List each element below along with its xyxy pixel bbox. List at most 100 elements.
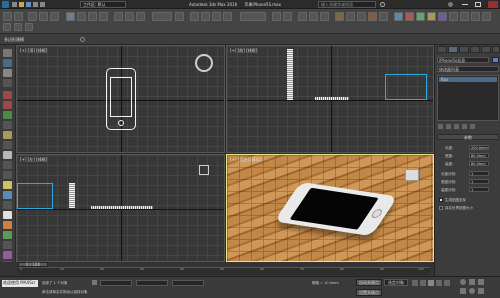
motion-tab-icon[interactable] [470, 46, 480, 53]
remove-modifier-icon[interactable] [462, 124, 467, 129]
select-by-name-icon[interactable] [77, 12, 86, 21]
curve-editor-icon[interactable] [309, 12, 318, 21]
left-tool-16-icon[interactable] [3, 201, 12, 209]
left-tool-5-icon[interactable] [3, 91, 12, 99]
left-tool-17-icon[interactable] [3, 211, 12, 219]
reference-coordinate-icon[interactable] [152, 12, 172, 21]
ribbon-collapse-icon[interactable] [80, 37, 85, 42]
extra-tool-5-icon[interactable] [438, 12, 447, 21]
align-icon[interactable] [283, 12, 292, 21]
modify-tab-icon[interactable] [448, 46, 458, 53]
object-color-swatch[interactable] [492, 57, 499, 63]
unlink-icon[interactable] [39, 12, 48, 21]
iphone-top-outline[interactable] [106, 68, 136, 130]
redo-icon[interactable] [40, 2, 45, 7]
hierarchy-tab-icon[interactable] [459, 46, 469, 53]
spinner-snap-icon[interactable] [223, 12, 232, 21]
named-selection-sets-icon[interactable] [240, 12, 266, 21]
left-tool-15-icon[interactable] [3, 191, 12, 199]
graphite-tool-3-icon[interactable] [25, 23, 33, 31]
close-icon[interactable] [488, 1, 498, 8]
viewport-label[interactable]: [+] [透视] [真实] [230, 157, 261, 163]
left-tool-2-icon[interactable] [3, 59, 12, 67]
left-tool-11-icon[interactable] [3, 151, 12, 159]
mirror-icon[interactable] [272, 12, 281, 21]
search-input[interactable]: 键入关键字或短语 [318, 1, 376, 8]
angle-snap-icon[interactable] [201, 12, 210, 21]
left-tool-18-icon[interactable] [3, 221, 12, 229]
render-setup-icon[interactable] [346, 12, 355, 21]
extra-tool-4-icon[interactable] [427, 12, 436, 21]
left-tool-19-icon[interactable] [3, 231, 12, 239]
scale-icon[interactable] [136, 12, 145, 21]
app-logo-icon[interactable] [2, 1, 9, 8]
viewport-label[interactable]: [+] [顶] [线框] [20, 48, 47, 54]
save-icon[interactable] [26, 2, 31, 7]
graphite-tool-1-icon[interactable] [3, 23, 11, 31]
bind-space-warp-icon[interactable] [50, 12, 59, 21]
extra-tool-3-icon[interactable] [416, 12, 425, 21]
move-icon[interactable] [114, 12, 123, 21]
z-coordinate-field[interactable] [172, 280, 204, 286]
make-unique-icon[interactable] [454, 124, 459, 129]
zoom-extents-icon[interactable] [478, 279, 484, 285]
show-end-result-icon[interactable] [446, 124, 451, 129]
go-to-end-icon[interactable] [444, 280, 450, 286]
schematic-view-icon[interactable] [320, 12, 329, 21]
left-tool-13-icon[interactable] [3, 171, 12, 179]
render-production-icon[interactable] [368, 12, 377, 21]
left-tool-9-icon[interactable] [3, 131, 12, 139]
modifier-list-dropdown[interactable]: 修改器列表 [437, 66, 499, 72]
extra-tool-7-icon[interactable] [460, 12, 469, 21]
left-tool-1-icon[interactable] [3, 49, 12, 57]
pivot-icon[interactable] [175, 12, 184, 21]
left-tool-20-icon[interactable] [3, 241, 12, 249]
workspace-dropdown[interactable]: 工作区: 默认 [80, 1, 126, 8]
ribbon-tab-label[interactable]: 多边形建模 [4, 37, 24, 43]
zoom-all-icon[interactable] [469, 279, 475, 285]
redo-tool-icon[interactable] [14, 12, 23, 21]
selected-box-outline[interactable] [385, 74, 427, 100]
link-icon[interactable] [28, 12, 37, 21]
layer-explorer-icon[interactable] [298, 12, 307, 21]
maximize-icon[interactable] [475, 2, 481, 7]
maxscript-listener[interactable]: 欢迎使用 MAXScr [2, 280, 38, 287]
window-crossing-icon[interactable] [99, 12, 108, 21]
new-file-icon[interactable] [12, 2, 17, 7]
extra-tool-9-icon[interactable] [482, 12, 491, 21]
autokey-button[interactable]: 自动关键点 [356, 279, 382, 286]
open-file-icon[interactable] [19, 2, 24, 7]
parameters-rollout-header[interactable]: 参数 [437, 134, 499, 140]
left-tool-7-icon[interactable] [3, 111, 12, 119]
iphone-side-outline[interactable] [69, 183, 75, 208]
viewport-label[interactable]: [+] [左] [线框] [20, 157, 47, 163]
param-spinner[interactable]: 80.0mm [469, 153, 489, 158]
left-tool-3-icon[interactable] [3, 69, 12, 77]
extra-tool-2-icon[interactable] [405, 12, 414, 21]
utilities-tab-icon[interactable] [492, 46, 500, 53]
left-tool-6-icon[interactable] [3, 101, 12, 109]
create-tab-icon[interactable] [437, 46, 447, 53]
x-coordinate-field[interactable] [100, 280, 132, 286]
viewcube-icon[interactable] [405, 169, 419, 181]
track-bar[interactable] [18, 267, 430, 275]
rendered-frame-window-icon[interactable] [357, 12, 366, 21]
previous-frame-icon[interactable] [420, 280, 426, 286]
iphone-front-outline[interactable] [287, 49, 293, 100]
zoom-icon[interactable] [460, 279, 466, 285]
param-spinner[interactable]: 1 [469, 187, 489, 192]
viewport-front[interactable]: [+] [前] [线框] [226, 45, 434, 153]
render-iterative-icon[interactable] [379, 12, 388, 21]
undo-tool-icon[interactable] [3, 12, 12, 21]
search-icon[interactable] [380, 2, 385, 7]
display-tab-icon[interactable] [481, 46, 491, 53]
lock-selection-icon[interactable] [92, 280, 97, 285]
left-tool-10-icon[interactable] [3, 141, 12, 149]
left-tool-14-icon[interactable] [3, 181, 12, 189]
viewport-left[interactable]: [+] [左] [线框] [16, 154, 225, 262]
go-to-start-icon[interactable] [412, 280, 418, 286]
object-name-field[interactable]: iPhone5s机身 [437, 57, 489, 63]
viewport-top[interactable]: [+] [顶] [线框] [16, 45, 225, 153]
left-tool-4-icon[interactable] [3, 79, 12, 87]
maximize-viewport-icon[interactable] [478, 288, 484, 294]
